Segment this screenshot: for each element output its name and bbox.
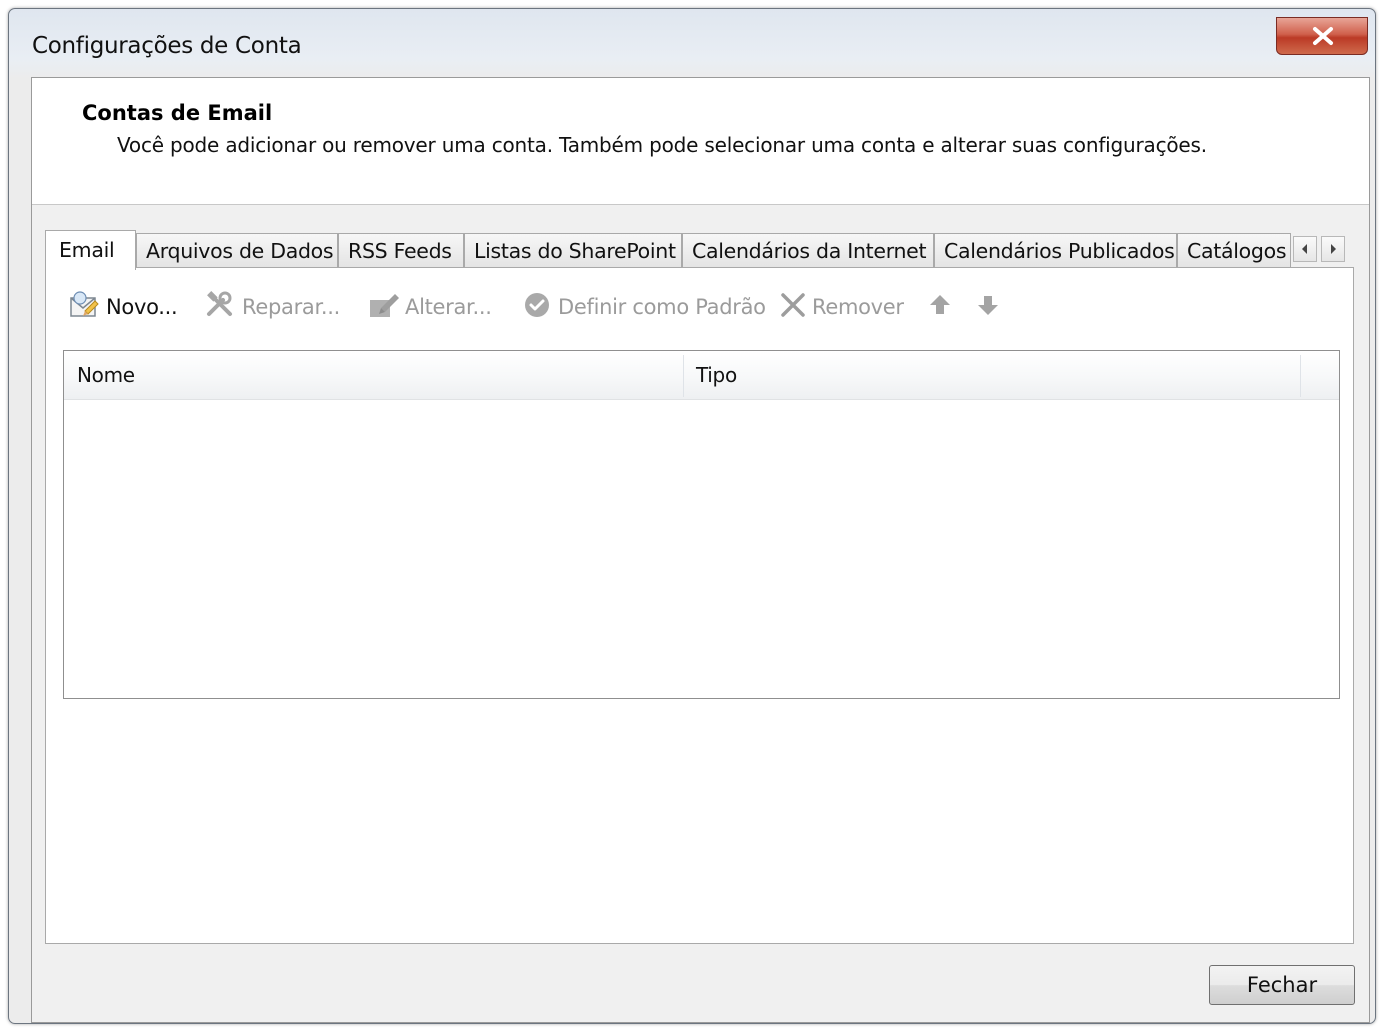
header-description: Você pode adicionar ou remover uma conta… <box>117 133 1207 157</box>
tab-sharepoint-lists[interactable]: Listas do SharePoint <box>464 233 682 267</box>
window-close-button[interactable] <box>1276 17 1368 55</box>
remove-button[interactable]: Remover <box>778 292 904 322</box>
tab-data-files[interactable]: Arquivos de Dados <box>136 233 338 267</box>
move-up-button[interactable] <box>928 292 956 322</box>
arrow-left-icon <box>1302 244 1307 254</box>
close-dialog-button[interactable]: Fechar <box>1209 965 1355 1005</box>
list-header: Nome Tipo <box>64 351 1339 400</box>
tab-scroll-right-button[interactable] <box>1321 236 1345 262</box>
email-tab-panel: Novo... Reparar... Alterar... Definir co… <box>45 267 1354 944</box>
tools-icon <box>204 290 238 325</box>
remove-button-label: Remover <box>812 295 904 319</box>
header-title: Contas de Email <box>82 101 273 125</box>
new-account-icon <box>68 289 102 326</box>
change-button[interactable]: Alterar... <box>367 292 492 322</box>
tab-strip: Email Arquivos de Dados RSS Feeds Listas… <box>45 230 1355 270</box>
accounts-toolbar: Novo... Reparar... Alterar... Definir co… <box>46 268 1353 319</box>
checkmark-circle-icon <box>520 290 554 325</box>
tab-published-calendars[interactable]: Calendários Publicados <box>934 233 1177 267</box>
arrow-right-icon <box>1331 244 1336 254</box>
accounts-list[interactable]: Nome Tipo <box>63 350 1340 699</box>
tab-scroll-left-button[interactable] <box>1293 236 1317 262</box>
column-header-name[interactable]: Nome <box>64 351 683 399</box>
tab-email[interactable]: Email <box>45 230 136 270</box>
window-title: Configurações de Conta <box>32 33 302 59</box>
column-divider[interactable] <box>1300 355 1301 397</box>
change-button-label: Alterar... <box>405 295 492 319</box>
new-button[interactable]: Novo... <box>68 290 178 322</box>
move-down-button[interactable] <box>976 292 1004 322</box>
arrow-down-icon <box>976 292 1000 323</box>
edit-icon <box>367 290 401 325</box>
set-default-button-label: Definir como Padrão <box>558 295 766 319</box>
repair-button-label: Reparar... <box>242 295 341 319</box>
new-button-label: Novo... <box>106 295 178 319</box>
column-header-type[interactable]: Tipo <box>683 351 1300 399</box>
arrow-up-icon <box>928 292 952 323</box>
set-default-button[interactable]: Definir como Padrão <box>520 292 766 322</box>
repair-button[interactable]: Reparar... <box>204 290 341 325</box>
tab-rss-feeds[interactable]: RSS Feeds <box>338 233 464 267</box>
tab-catalogs[interactable]: Catálogos <box>1177 233 1291 267</box>
tab-internet-calendars[interactable]: Calendários da Internet <box>682 233 934 267</box>
x-mark-icon <box>778 290 808 325</box>
close-icon <box>1313 27 1333 45</box>
account-settings-window: Configurações de Conta Contas de Email V… <box>8 8 1376 1024</box>
header-area: Contas de Email Você pode adicionar ou r… <box>32 78 1369 205</box>
dialog-client-area: Contas de Email Você pode adicionar ou r… <box>31 77 1370 1023</box>
